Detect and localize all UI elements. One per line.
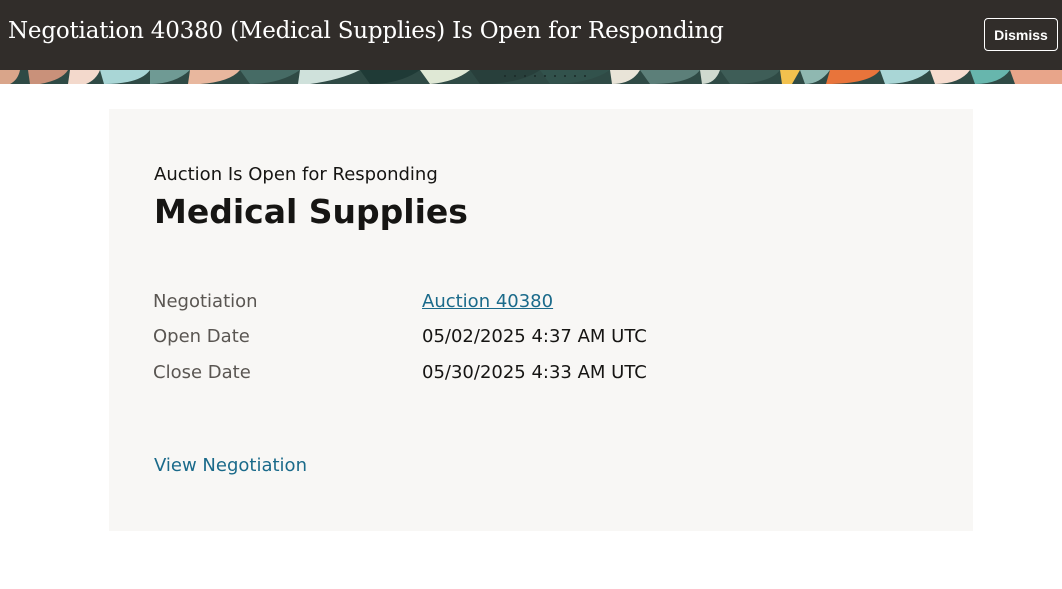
- decorative-banner: [0, 70, 1062, 84]
- dismiss-button[interactable]: Dismiss: [984, 18, 1058, 51]
- view-negotiation-link[interactable]: View Negotiation: [154, 455, 307, 476]
- negotiation-label: Negotiation: [153, 291, 258, 312]
- card-title: Medical Supplies: [154, 192, 468, 231]
- card-eyebrow: Auction Is Open for Responding: [154, 164, 438, 185]
- close-date-value: 05/30/2025 4:33 AM UTC: [422, 362, 647, 383]
- negotiation-card: Auction Is Open for Responding Medical S…: [109, 109, 973, 531]
- open-date-value: 05/02/2025 4:37 AM UTC: [422, 326, 647, 347]
- open-date-label: Open Date: [153, 326, 250, 347]
- negotiation-link[interactable]: Auction 40380: [422, 291, 553, 312]
- page-title: Negotiation 40380 (Medical Supplies) Is …: [8, 18, 724, 44]
- notification-header: Negotiation 40380 (Medical Supplies) Is …: [0, 0, 1062, 70]
- close-date-label: Close Date: [153, 362, 251, 383]
